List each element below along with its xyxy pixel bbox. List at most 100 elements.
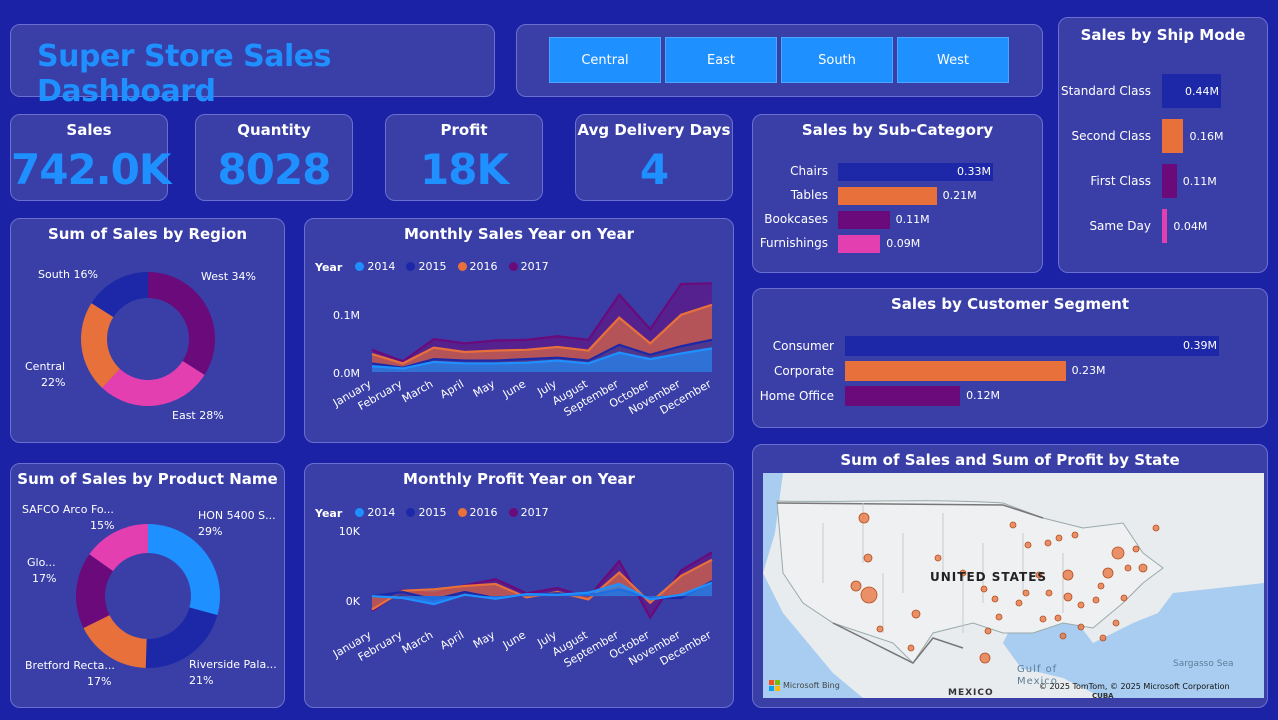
ship_mode-value-3: 0.04M (1173, 220, 1208, 233)
map-sea-label: Sargasso Sea (1173, 659, 1234, 669)
state-bubble-15 (1102, 567, 1114, 579)
kpi-profit-value: 18K (420, 145, 509, 194)
page-title: Super Store Sales Dashboard (37, 39, 332, 109)
sub_category-label-1: Tables (790, 188, 828, 202)
state-bubble-22 (1059, 632, 1067, 640)
state-bubble-16 (1097, 582, 1105, 590)
state-bubble-21 (1077, 623, 1085, 631)
sub_category-label-0: Chairs (790, 164, 828, 178)
state-bubble-14 (1138, 563, 1148, 573)
state-bubble-39 (1152, 524, 1160, 532)
slicer-west-button[interactable]: West (897, 37, 1009, 83)
monthly-profit-card: Monthly Profit Year on Year Year 2014 20… (304, 463, 734, 708)
sub_category-label-3: Furnishings (759, 236, 828, 250)
profit-xtick-5: June (500, 628, 528, 652)
sub_category-bar-1[interactable] (838, 187, 937, 205)
kpi-profit-label: Profit (440, 121, 488, 139)
sales-xtick-2: March (400, 377, 436, 405)
state-bubble-35 (1062, 569, 1074, 581)
sub-category-card: Sales by Sub-Category Chairs 0.33M Tables 0… (752, 114, 1043, 273)
segment-value-0: 0.39M (1183, 339, 1217, 352)
state-bubble-4 (911, 609, 921, 619)
sub_category-bar-3[interactable] (838, 235, 881, 253)
state-bubble-27 (907, 644, 915, 652)
map-country-label: UNITED STATES (930, 570, 1048, 584)
state-bubble-24 (980, 585, 988, 593)
product-label-hon-pct: 29% (198, 525, 223, 538)
ship_mode-bar-3[interactable] (1162, 209, 1168, 243)
slicer-central-button[interactable]: Central (549, 37, 661, 83)
ship_mode-value-2: 0.11M (1182, 175, 1217, 188)
kpi-quantity-card: Quantity 8028 (195, 114, 353, 201)
region-label-west: West 34% (201, 270, 256, 283)
ship_mode-bar-1[interactable] (1162, 119, 1184, 153)
sub-category-title: Sales by Sub-Category (801, 121, 994, 139)
bing-logo: Microsoft Bing (769, 680, 840, 691)
region-slice-0 (148, 272, 215, 375)
state-bubble-20 (1054, 614, 1062, 622)
ship_mode-label-2: First Class (1090, 174, 1151, 188)
segment-card: Sales by Customer Segment Consumer 0.39M C… (752, 288, 1268, 428)
slicer-east-button[interactable]: East (665, 37, 777, 83)
profit-xtick-4: May (471, 628, 498, 651)
profit-line-3 (371, 551, 713, 620)
kpi-profit-card: Profit 18K (385, 114, 543, 201)
ship_mode-bar-2[interactable] (1162, 164, 1177, 198)
kpi-delivery-card: Avg Delivery Days 4 (575, 114, 733, 201)
state-bubble-18 (1077, 601, 1085, 609)
state-bubble-0 (858, 512, 870, 524)
sub_category-value-1: 0.21M (942, 189, 977, 202)
region-label-central-pct: 22% (41, 376, 66, 389)
segment-bar-0[interactable] (845, 336, 1219, 356)
region-label-south: South 16% (38, 268, 98, 281)
region-label-east: East 28% (172, 409, 224, 422)
state-bubble-10 (1055, 534, 1063, 542)
product-label-glo-pct: 17% (32, 572, 57, 585)
map-title: Sum of Sales and Sum of Profit by State (840, 451, 1180, 469)
state-bubble-9 (1044, 539, 1052, 547)
state-bubble-3 (860, 586, 878, 604)
title-card: Super Store Sales Dashboard (10, 24, 495, 109)
state-bubble-33 (995, 613, 1003, 621)
product-label-bretford: Bretford Recta... (25, 659, 115, 672)
map-card: Sum of Sales and Sum of Profit by State … (752, 444, 1268, 708)
kpi-quantity-value: 8028 (217, 145, 332, 194)
profit-area-3 (372, 552, 712, 618)
segment-bar-2[interactable] (845, 386, 961, 406)
kpi-delivery-value: 4 (639, 145, 669, 194)
product-label-riverside: Riverside Pala... (189, 658, 277, 671)
region-slicer: Central East South West (516, 24, 1043, 97)
profit-ytick-0: 0K (346, 595, 361, 608)
sub_category-label-2: Bookcases (764, 212, 828, 226)
region-donut-chart (80, 272, 215, 406)
sales-xtick-3: April (438, 377, 466, 401)
state-bubble-8 (1024, 541, 1032, 549)
slicer-south-button[interactable]: South (781, 37, 893, 83)
profit-ytick-1: 10K (339, 525, 361, 538)
state-bubble-5 (934, 554, 942, 562)
ship_mode-label-3: Same Day (1089, 219, 1151, 233)
sub_category-value-3: 0.09M (886, 237, 921, 250)
segment-title: Sales by Customer Segment (890, 295, 1129, 313)
sales-ytick-0: 0.0M (333, 367, 360, 380)
sales-xtick-4: May (471, 377, 498, 400)
state-bubble-19 (1063, 592, 1073, 602)
segment-label-0: Consumer (772, 339, 834, 353)
sales-ytick-1: 0.1M (333, 309, 360, 322)
kpi-sales-card: Sales 742.0K (10, 114, 171, 201)
state-bubble-25 (991, 595, 999, 603)
ship_mode-label-1: Second Class (1071, 129, 1151, 143)
region-label-central-name: Central (25, 360, 66, 373)
state-bubble-26 (979, 652, 991, 664)
state-bubble-7 (1009, 521, 1017, 529)
state-bubble-38 (1120, 594, 1128, 602)
state-bubble-11 (1071, 531, 1079, 539)
segment-bar-1[interactable] (845, 361, 1066, 381)
product-label-hon: HON 5400 S... (198, 509, 276, 522)
kpi-quantity-label: Quantity (237, 121, 311, 139)
state-bubble-2 (850, 580, 862, 592)
state-bubble-31 (1022, 589, 1030, 597)
segment-value-2: 0.12M (966, 389, 1001, 402)
sub_category-bar-2[interactable] (838, 211, 890, 229)
segment-label-2: Home Office (759, 389, 834, 403)
